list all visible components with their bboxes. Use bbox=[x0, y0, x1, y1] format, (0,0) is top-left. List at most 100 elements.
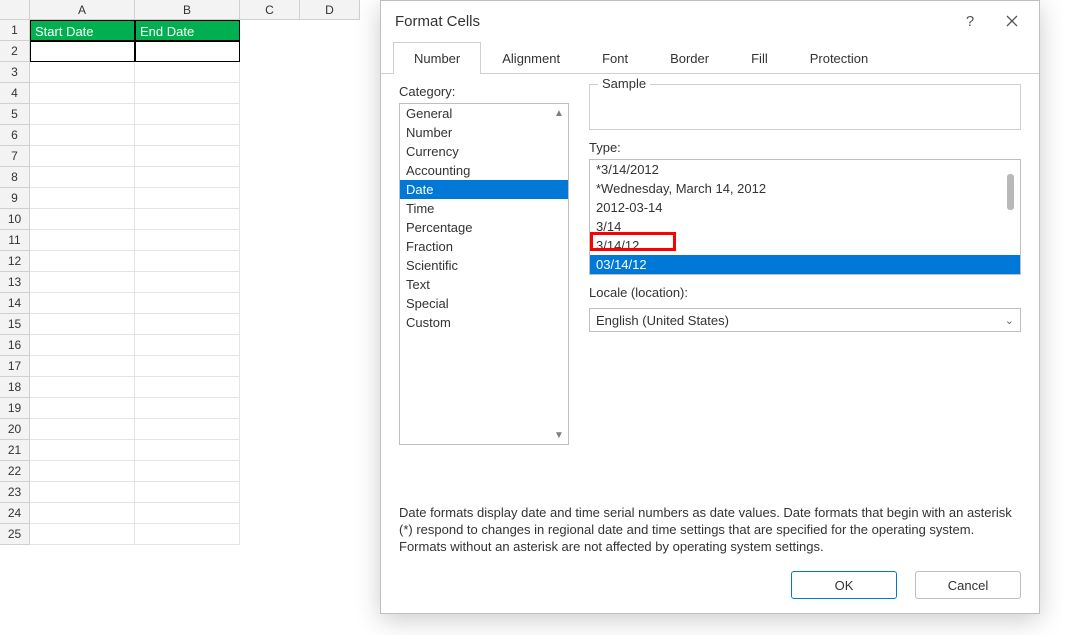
cell-A11[interactable] bbox=[30, 230, 135, 251]
cell-A21[interactable] bbox=[30, 440, 135, 461]
cell-C3[interactable] bbox=[240, 62, 300, 83]
cell-B4[interactable] bbox=[135, 83, 240, 104]
cell-B7[interactable] bbox=[135, 146, 240, 167]
row-header-5[interactable]: 5 bbox=[0, 104, 30, 125]
cell-D5[interactable] bbox=[300, 104, 360, 125]
cell-C14[interactable] bbox=[240, 293, 300, 314]
cell-D13[interactable] bbox=[300, 272, 360, 293]
cell-D2[interactable] bbox=[300, 41, 360, 62]
cell-C15[interactable] bbox=[240, 314, 300, 335]
cell-D14[interactable] bbox=[300, 293, 360, 314]
row-header-3[interactable]: 3 bbox=[0, 62, 30, 83]
cell-C25[interactable] bbox=[240, 524, 300, 545]
cell-C13[interactable] bbox=[240, 272, 300, 293]
cell-C17[interactable] bbox=[240, 356, 300, 377]
cell-B22[interactable] bbox=[135, 461, 240, 482]
row-header-9[interactable]: 9 bbox=[0, 188, 30, 209]
cell-B18[interactable] bbox=[135, 377, 240, 398]
cell-D24[interactable] bbox=[300, 503, 360, 524]
tab-number[interactable]: Number bbox=[393, 42, 481, 74]
tab-border[interactable]: Border bbox=[649, 42, 730, 74]
locale-select[interactable]: English (United States) ⌄ bbox=[589, 308, 1021, 332]
cell-C8[interactable] bbox=[240, 167, 300, 188]
cell-B6[interactable] bbox=[135, 125, 240, 146]
cell-B25[interactable] bbox=[135, 524, 240, 545]
cell-B11[interactable] bbox=[135, 230, 240, 251]
category-item-fraction[interactable]: Fraction bbox=[400, 237, 568, 256]
category-item-date[interactable]: Date bbox=[400, 180, 568, 199]
row-header-18[interactable]: 18 bbox=[0, 377, 30, 398]
cell-D22[interactable] bbox=[300, 461, 360, 482]
row-header-19[interactable]: 19 bbox=[0, 398, 30, 419]
cell-A15[interactable] bbox=[30, 314, 135, 335]
category-item-currency[interactable]: Currency bbox=[400, 142, 568, 161]
cell-B13[interactable] bbox=[135, 272, 240, 293]
category-item-accounting[interactable]: Accounting bbox=[400, 161, 568, 180]
cell-B5[interactable] bbox=[135, 104, 240, 125]
cell-D21[interactable] bbox=[300, 440, 360, 461]
cell-C19[interactable] bbox=[240, 398, 300, 419]
cell-D23[interactable] bbox=[300, 482, 360, 503]
cell-C12[interactable] bbox=[240, 251, 300, 272]
row-header-6[interactable]: 6 bbox=[0, 125, 30, 146]
row-header-10[interactable]: 10 bbox=[0, 209, 30, 230]
cell-A16[interactable] bbox=[30, 335, 135, 356]
cell-C1[interactable] bbox=[240, 20, 300, 41]
cell-C5[interactable] bbox=[240, 104, 300, 125]
category-item-scientific[interactable]: Scientific bbox=[400, 256, 568, 275]
cell-A13[interactable] bbox=[30, 272, 135, 293]
cell-A1[interactable]: Start Date bbox=[30, 20, 135, 41]
type-item[interactable]: 3/14/12 bbox=[590, 236, 1020, 255]
row-header-24[interactable]: 24 bbox=[0, 503, 30, 524]
cell-D20[interactable] bbox=[300, 419, 360, 440]
scrollbar-thumb[interactable] bbox=[1007, 174, 1014, 210]
cell-D10[interactable] bbox=[300, 209, 360, 230]
cell-A18[interactable] bbox=[30, 377, 135, 398]
column-header-D[interactable]: D bbox=[300, 0, 360, 20]
cell-B8[interactable] bbox=[135, 167, 240, 188]
category-item-percentage[interactable]: Percentage bbox=[400, 218, 568, 237]
cell-D15[interactable] bbox=[300, 314, 360, 335]
row-header-20[interactable]: 20 bbox=[0, 419, 30, 440]
cell-B20[interactable] bbox=[135, 419, 240, 440]
cell-A22[interactable] bbox=[30, 461, 135, 482]
tab-fill[interactable]: Fill bbox=[730, 42, 789, 74]
cell-A6[interactable] bbox=[30, 125, 135, 146]
cell-D17[interactable] bbox=[300, 356, 360, 377]
cell-B1[interactable]: End Date bbox=[135, 20, 240, 41]
type-item[interactable]: *3/14/2012 bbox=[590, 160, 1020, 179]
scroll-down-icon[interactable]: ▼ bbox=[552, 428, 566, 442]
type-item[interactable]: 2012-03-14 bbox=[590, 198, 1020, 217]
cell-D3[interactable] bbox=[300, 62, 360, 83]
cell-A17[interactable] bbox=[30, 356, 135, 377]
type-list[interactable]: *3/14/2012*Wednesday, March 14, 20122012… bbox=[589, 159, 1021, 275]
category-item-time[interactable]: Time bbox=[400, 199, 568, 218]
cell-D7[interactable] bbox=[300, 146, 360, 167]
cell-D12[interactable] bbox=[300, 251, 360, 272]
cell-A4[interactable] bbox=[30, 83, 135, 104]
cell-B16[interactable] bbox=[135, 335, 240, 356]
row-header-7[interactable]: 7 bbox=[0, 146, 30, 167]
cell-C6[interactable] bbox=[240, 125, 300, 146]
row-header-1[interactable]: 1 bbox=[0, 20, 30, 41]
row-header-14[interactable]: 14 bbox=[0, 293, 30, 314]
select-all-corner[interactable] bbox=[0, 0, 30, 20]
cell-A20[interactable] bbox=[30, 419, 135, 440]
cell-A23[interactable] bbox=[30, 482, 135, 503]
cell-A9[interactable] bbox=[30, 188, 135, 209]
cell-D16[interactable] bbox=[300, 335, 360, 356]
tab-protection[interactable]: Protection bbox=[789, 42, 890, 74]
column-header-C[interactable]: C bbox=[240, 0, 300, 20]
cell-A14[interactable] bbox=[30, 293, 135, 314]
cell-B15[interactable] bbox=[135, 314, 240, 335]
cell-D11[interactable] bbox=[300, 230, 360, 251]
row-header-11[interactable]: 11 bbox=[0, 230, 30, 251]
cell-D25[interactable] bbox=[300, 524, 360, 545]
cell-C21[interactable] bbox=[240, 440, 300, 461]
cell-D1[interactable] bbox=[300, 20, 360, 41]
row-header-4[interactable]: 4 bbox=[0, 83, 30, 104]
dialog-titlebar[interactable]: Format Cells ? bbox=[381, 1, 1039, 41]
cell-A24[interactable] bbox=[30, 503, 135, 524]
type-item[interactable]: 03/14/12 bbox=[590, 255, 1020, 274]
category-item-number[interactable]: Number bbox=[400, 123, 568, 142]
